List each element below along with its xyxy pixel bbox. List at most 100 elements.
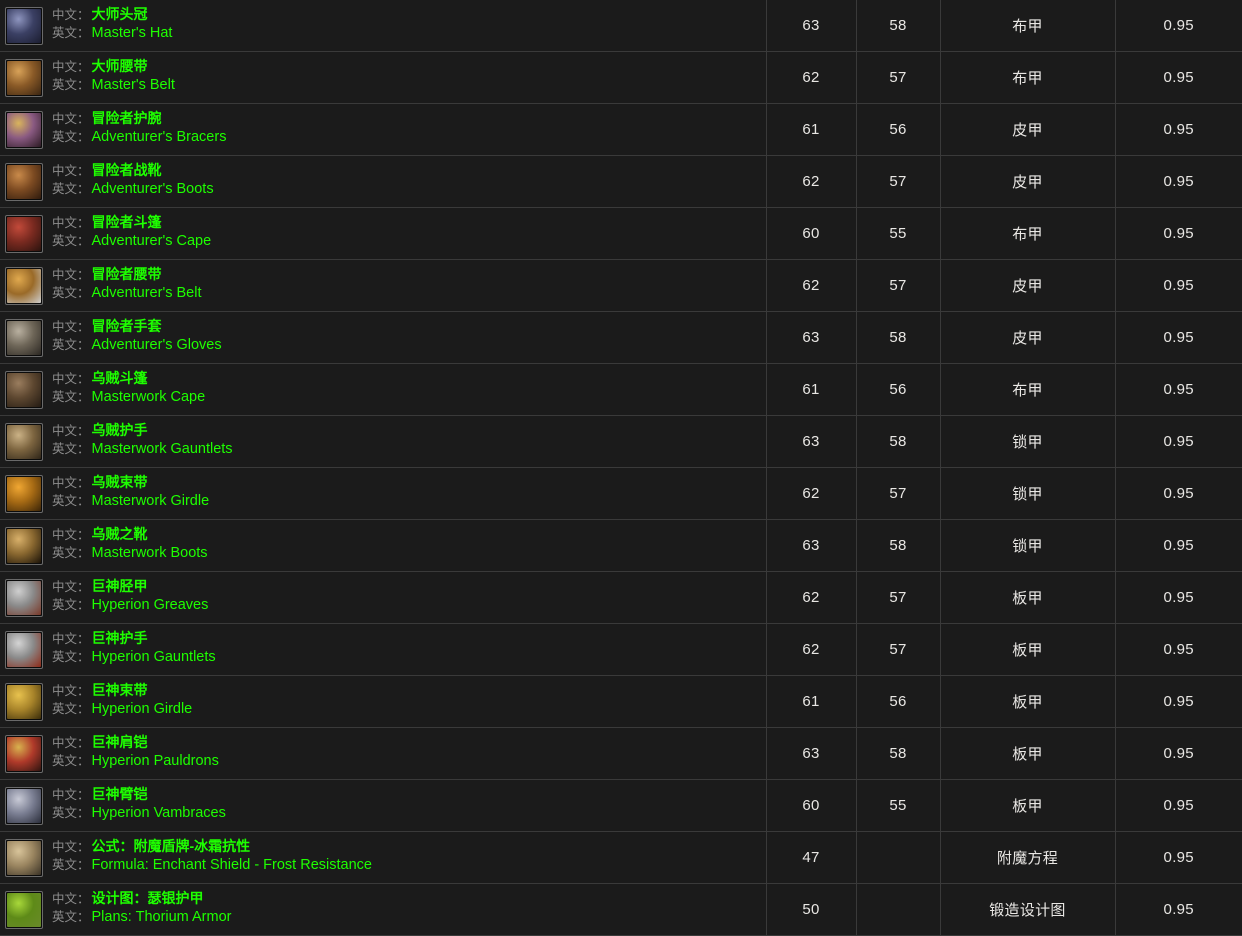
item-level-cell: 47 <box>766 831 857 884</box>
cape-icon[interactable] <box>5 214 43 253</box>
item-required-level-cell: 57 <box>856 155 941 208</box>
item-rate-cell: 0.95 <box>1115 363 1242 416</box>
item-name-zh: 巨神臂铠 <box>91 785 148 802</box>
item-name-en: Master's Belt <box>91 76 175 93</box>
item-name-en: Hyperion Pauldrons <box>91 752 219 769</box>
item-type-cell: 附魔方程 <box>940 831 1116 884</box>
item-name-cell: 中文： 冒险者手套 英文： Adventurer's Gloves <box>0 311 767 364</box>
table-row[interactable]: 中文： 设计图：瑟银护甲 英文： Plans: Thorium Armor 50 锻造设计… <box>0 883 1242 936</box>
vambraces-icon[interactable] <box>5 786 43 825</box>
table-row[interactable]: 中文： 乌贼护手 英文： Masterwork Gauntlets 63 58 锁甲 0.95 <box>0 415 1242 468</box>
item-rate-cell: 0.95 <box>1115 103 1242 156</box>
table-row[interactable]: 中文： 大师头冠 英文： Master's Hat 63 58 布甲 0.95 <box>0 0 1242 52</box>
en-label-key: 英文： <box>52 77 90 92</box>
item-name-cell: 中文： 巨神护手 英文： Hyperion Gauntlets <box>0 623 767 676</box>
item-rate-cell: 0.95 <box>1115 51 1242 104</box>
table-row[interactable]: 中文： 巨神胫甲 英文： Hyperion Greaves 62 57 板甲 0.95 <box>0 571 1242 624</box>
en-label-key: 英文： <box>52 389 90 404</box>
zh-label-key: 中文： <box>52 527 90 542</box>
girdle-icon[interactable] <box>5 474 43 513</box>
item-required-level-cell: 57 <box>856 51 941 104</box>
mail-boots-icon[interactable] <box>5 526 43 565</box>
item-name-zh: 乌贼之靴 <box>91 525 148 542</box>
item-name-en: Plans: Thorium Armor <box>91 908 232 925</box>
item-name-en: Hyperion Gauntlets <box>91 648 216 665</box>
table-row[interactable]: 中文： 冒险者斗篷 英文： Adventurer's Cape 60 55 布甲 0.95 <box>0 207 1242 260</box>
table-row[interactable]: 中文： 公式：附魔盾牌-冰霜抗性 英文： Formula: Enchant Shiel… <box>0 831 1242 884</box>
table-row[interactable]: 中文： 巨神束带 英文： Hyperion Girdle 61 56 板甲 0.95 <box>0 675 1242 728</box>
gloves-icon[interactable] <box>5 318 43 357</box>
table-row[interactable]: 中文： 巨神肩铠 英文： Hyperion Pauldrons 63 58 板甲 0.95 <box>0 727 1242 780</box>
hat-icon[interactable] <box>5 6 43 45</box>
belt-buckle-icon[interactable] <box>5 266 43 305</box>
gauntlets-icon[interactable] <box>5 422 43 461</box>
item-required-level-cell: 57 <box>856 259 941 312</box>
item-name-en: Adventurer's Bracers <box>91 128 227 145</box>
table-row[interactable]: 中文： 冒险者护腕 英文： Adventurer's Bracers 61 56 皮甲 0.9… <box>0 103 1242 156</box>
item-table-body: 中文： 大师头冠 英文： Master's Hat 63 58 布甲 0.95 中文： 大师腰带英… <box>0 0 1242 936</box>
item-level-cell: 61 <box>766 675 857 728</box>
item-name-cell: 中文： 巨神肩铠 英文： Hyperion Pauldrons <box>0 727 767 780</box>
pauldrons-icon[interactable] <box>5 734 43 773</box>
item-name-en: Master's Hat <box>91 24 173 41</box>
item-required-level-cell: 57 <box>856 467 941 520</box>
en-label-key: 英文： <box>52 805 90 820</box>
boots-icon[interactable] <box>5 162 43 201</box>
item-level-cell: 60 <box>766 779 857 832</box>
item-level-cell: 63 <box>766 0 857 52</box>
item-name-zh: 巨神护手 <box>91 629 148 646</box>
table-row[interactable]: 中文： 乌贼束带 英文： Masterwork Girdle 62 57 锁甲 0.95 <box>0 467 1242 520</box>
item-required-level-cell: 57 <box>856 571 941 624</box>
item-rate-cell: 0.95 <box>1115 623 1242 676</box>
item-name-cell: 中文： 乌贼束带 英文： Masterwork Girdle <box>0 467 767 520</box>
item-name-zh: 乌贼护手 <box>91 421 148 438</box>
item-name-zh: 冒险者战靴 <box>91 161 162 178</box>
item-name-en: Adventurer's Cape <box>91 232 212 249</box>
item-name-zh: 乌贼束带 <box>91 473 148 490</box>
item-name-cell: 中文： 冒险者护腕 英文： Adventurer's Bracers <box>0 103 767 156</box>
zh-label-key: 中文： <box>52 839 90 854</box>
cloth-cape-icon[interactable] <box>5 370 43 409</box>
item-level-cell: 62 <box>766 623 857 676</box>
greaves-icon[interactable] <box>5 578 43 617</box>
en-label-key: 英文： <box>52 493 90 508</box>
table-row[interactable]: 中文： 冒险者战靴 英文： Adventurer's Boots 62 57 皮甲 0.95 <box>0 155 1242 208</box>
plans-icon[interactable] <box>5 890 43 929</box>
table-row[interactable]: 中文： 冒险者手套 英文： Adventurer's Gloves 63 58 皮甲 0.95 <box>0 311 1242 364</box>
item-level-cell: 63 <box>766 519 857 572</box>
item-rate-cell: 0.95 <box>1115 207 1242 260</box>
en-label-key: 英文： <box>52 233 90 248</box>
item-type-cell: 皮甲 <box>940 311 1116 364</box>
table-row[interactable]: 中文： 乌贼之靴 英文： Masterwork Boots 63 58 锁甲 0.95 <box>0 519 1242 572</box>
zh-label-key: 中文： <box>52 267 90 282</box>
item-name-zh: 公式：附魔盾牌-冰霜抗性 <box>91 837 251 854</box>
table-row[interactable]: 中文： 大师腰带 英文： Master's Belt 62 57 布甲 0.95 <box>0 51 1242 104</box>
plate-gauntlets-icon[interactable] <box>5 630 43 669</box>
zh-label-key: 中文： <box>52 683 90 698</box>
item-name-cell: 中文： 乌贼斗篷 英文： Masterwork Cape <box>0 363 767 416</box>
en-label-key: 英文： <box>52 545 90 560</box>
en-label-key: 英文： <box>52 909 90 924</box>
table-row[interactable]: 中文： 乌贼斗篷 英文： Masterwork Cape 61 56 布甲 0.95 <box>0 363 1242 416</box>
zh-label-key: 中文： <box>52 631 90 646</box>
plate-girdle-icon[interactable] <box>5 682 43 721</box>
item-name-cell: 中文： 公式：附魔盾牌-冰霜抗性 英文： Formula: Enchant Shiel… <box>0 831 767 884</box>
table-row[interactable]: 中文： 冒险者腰带 英文： Adventurer's Belt 62 57 皮甲 0.95 <box>0 259 1242 312</box>
belt-icon[interactable] <box>5 58 43 97</box>
zh-label-key: 中文： <box>52 59 90 74</box>
item-level-cell: 63 <box>766 311 857 364</box>
formula-scroll-icon[interactable] <box>5 838 43 877</box>
item-type-cell: 布甲 <box>940 207 1116 260</box>
en-label-key: 英文： <box>52 857 90 872</box>
item-required-level-cell: 56 <box>856 103 941 156</box>
en-label-key: 英文： <box>52 597 90 612</box>
table-row[interactable]: 中文： 巨神臂铠 英文： Hyperion Vambraces 60 55 板甲 0.95 <box>0 779 1242 832</box>
item-required-level-cell <box>856 831 941 884</box>
bracers-icon[interactable] <box>5 110 43 149</box>
item-required-level-cell: 58 <box>856 727 941 780</box>
item-level-cell: 63 <box>766 727 857 780</box>
item-required-level-cell: 57 <box>856 623 941 676</box>
table-row[interactable]: 中文： 巨神护手 英文： Hyperion Gauntlets 62 57 板甲 0.95 <box>0 623 1242 676</box>
item-name-en: Masterwork Girdle <box>91 492 210 509</box>
item-rate-cell: 0.95 <box>1115 831 1242 884</box>
